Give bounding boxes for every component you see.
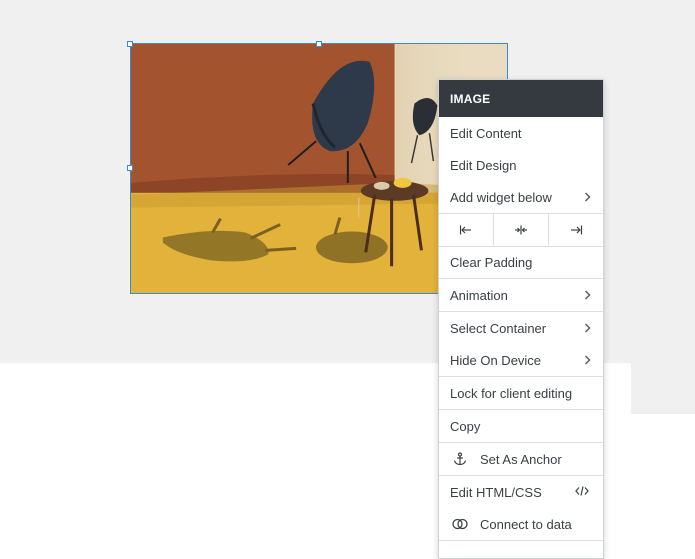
resize-handle-top-left[interactable] bbox=[127, 41, 133, 47]
menu-item-label: Hide On Device bbox=[450, 352, 542, 368]
align-center-button[interactable] bbox=[493, 214, 548, 246]
menu-divider bbox=[439, 540, 603, 541]
menu-item-clear-padding[interactable]: Clear Padding bbox=[439, 246, 603, 278]
resize-handle-middle-left[interactable] bbox=[127, 165, 133, 171]
context-menu: IMAGE Edit Content Edit Design Add widge… bbox=[438, 79, 604, 559]
menu-item-set-as-anchor[interactable]: Set As Anchor bbox=[439, 442, 603, 475]
resize-handle-top-middle[interactable] bbox=[316, 41, 322, 47]
menu-item-select-container[interactable]: Select Container bbox=[439, 311, 603, 344]
menu-item-label: Edit Content bbox=[450, 125, 522, 141]
menu-item-label: Lock for client editing bbox=[450, 385, 573, 401]
menu-item-connect-to-data[interactable]: Connect to data bbox=[439, 508, 603, 540]
chevron-right-icon bbox=[584, 290, 591, 300]
code-icon bbox=[575, 485, 589, 499]
menu-item-hide-on-device[interactable]: Hide On Device bbox=[439, 344, 603, 376]
chevron-right-icon bbox=[584, 192, 591, 202]
chevron-right-icon bbox=[584, 355, 591, 365]
menu-item-edit-html-css[interactable]: Edit HTML/CSS bbox=[439, 475, 603, 508]
menu-item-label: Copy bbox=[450, 418, 481, 434]
menu-item-label: Set As Anchor bbox=[480, 451, 562, 467]
menu-item-label: Clear Padding bbox=[450, 255, 533, 270]
context-menu-header: IMAGE bbox=[439, 80, 603, 117]
menu-item-label: Animation bbox=[450, 287, 508, 303]
anchor-icon bbox=[450, 451, 470, 467]
align-right-icon bbox=[571, 225, 583, 235]
chevron-right-icon bbox=[584, 323, 591, 333]
menu-item-label: Edit HTML/CSS bbox=[450, 484, 542, 500]
menu-item-label: Select Container bbox=[450, 320, 547, 336]
align-right-button[interactable] bbox=[548, 214, 603, 246]
menu-item-label: Edit Design bbox=[450, 157, 517, 173]
menu-item-edit-content[interactable]: Edit Content bbox=[439, 117, 603, 149]
menu-item-lock-for-client-editing[interactable]: Lock for client editing bbox=[439, 376, 603, 409]
menu-item-label: Add widget below bbox=[450, 189, 552, 205]
link-rings-icon bbox=[450, 516, 470, 532]
menu-item-animation[interactable]: Animation bbox=[439, 278, 603, 311]
menu-item-copy[interactable]: Copy bbox=[439, 409, 603, 442]
menu-item-edit-design[interactable]: Edit Design bbox=[439, 149, 603, 181]
align-center-icon bbox=[515, 225, 527, 235]
menu-item-label: Connect to data bbox=[480, 516, 572, 532]
align-left-button[interactable] bbox=[439, 214, 493, 246]
menu-item-add-widget-below[interactable]: Add widget below bbox=[439, 181, 603, 213]
editor-canvas-strip bbox=[631, 363, 695, 414]
alignment-toolbar bbox=[439, 213, 603, 246]
align-left-icon bbox=[459, 225, 471, 235]
